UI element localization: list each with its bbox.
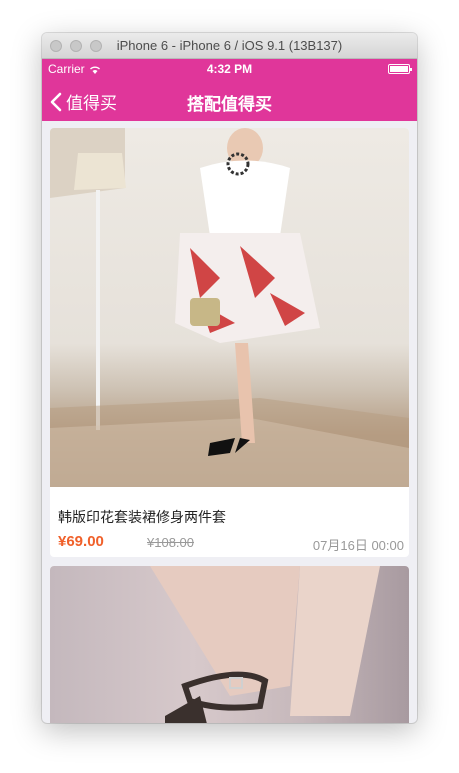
post-date: 07月16日 00:00 xyxy=(312,538,404,553)
window-titlebar: iPhone 6 - iPhone 6 / iOS 9.1 (13B137) xyxy=(42,33,417,59)
product-image xyxy=(50,566,409,723)
product-title: 韩版印花套装裙修身两件套 xyxy=(58,509,226,525)
model-photo-illustration xyxy=(50,128,409,487)
shoe-photo-illustration xyxy=(150,566,380,723)
product-price: ¥69.00 xyxy=(58,533,104,550)
simulator-window: iPhone 6 - iPhone 6 / iOS 9.1 (13B137) C… xyxy=(42,33,417,723)
product-card[interactable]: 韩版印花套装裙修身两件套 ¥69.00 ¥108.00 07月16日 00:00 xyxy=(50,128,409,557)
page-title: 搭配值得买 xyxy=(187,95,272,114)
product-list[interactable]: 韩版印花套装裙修身两件套 ¥69.00 ¥108.00 07月16日 00:00 xyxy=(42,120,417,723)
window-title: iPhone 6 - iPhone 6 / iOS 9.1 (13B137) xyxy=(116,38,343,53)
status-bar: Carrier 4:32 PM xyxy=(42,59,417,79)
battery-icon xyxy=(388,64,412,74)
product-image xyxy=(50,128,409,487)
status-time: 4:32 PM xyxy=(206,62,253,76)
product-card[interactable] xyxy=(50,566,409,723)
original-price: ¥108.00 xyxy=(147,535,194,550)
navigation-bar: 值得买 搭配值得买 xyxy=(42,79,417,121)
